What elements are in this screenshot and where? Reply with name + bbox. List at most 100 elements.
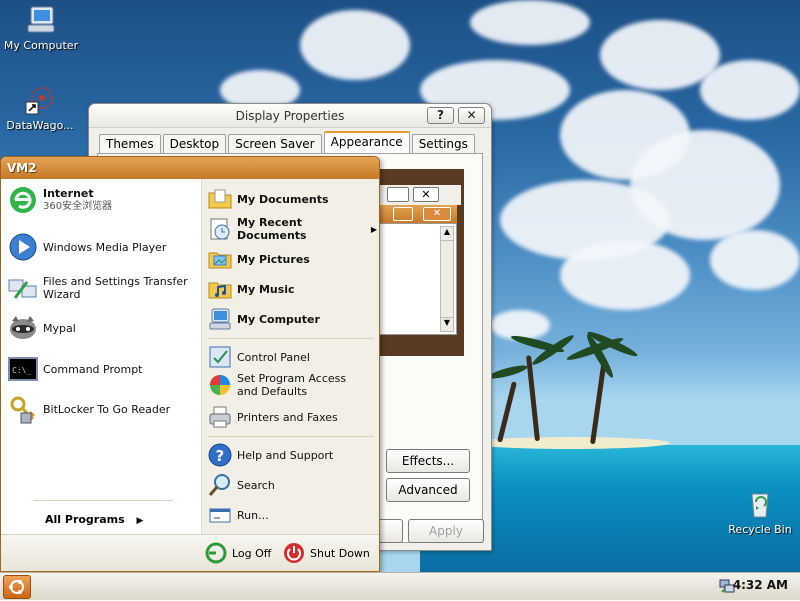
places-label: Control Panel [237, 350, 310, 364]
window-title: Display Properties [235, 109, 345, 123]
program-label: Files and Settings Transfer Wizard [43, 275, 188, 301]
places-my-recent-documents[interactable]: My Recent Documents ▶ [207, 216, 377, 242]
places-set-program-access[interactable]: Set Program Access and Defaults [207, 372, 377, 398]
search-icon [207, 472, 233, 498]
start-menu: VM2 Internet 360安全浏览器 Windows Media Play… [0, 156, 380, 572]
music-folder-icon [207, 276, 233, 302]
printer-icon [207, 404, 233, 430]
computer-icon [25, 4, 57, 36]
all-programs-label: All Programs [45, 513, 125, 526]
control-panel-icon [207, 344, 233, 370]
close-button[interactable]: ✕ [458, 107, 485, 124]
pinned-internet[interactable]: Internet 360安全浏览器 [7, 184, 112, 216]
places-run[interactable]: Run... [207, 502, 269, 528]
tab-desktop[interactable]: Desktop [162, 134, 227, 154]
start-menu-left-pane: Internet 360安全浏览器 Windows Media Player F… [1, 179, 201, 534]
tab-strip: Themes Desktop Screen Saver Appearance S… [99, 131, 477, 154]
help-button[interactable]: ? [427, 107, 454, 124]
apply-button[interactable]: Apply [408, 519, 484, 543]
places-label: My Pictures [237, 252, 310, 266]
separator [33, 500, 173, 501]
run-icon [207, 502, 233, 528]
preview-close-icon: ✕ [413, 187, 439, 202]
system-tray: 4:32 AM [705, 573, 800, 600]
places-my-music[interactable]: My Music [207, 276, 295, 302]
tab-screen-saver[interactable]: Screen Saver [228, 134, 322, 154]
effects-button[interactable]: Effects... [386, 449, 470, 473]
desktop-icon-my-computer[interactable]: My Computer [1, 4, 81, 52]
places-label: Run... [237, 508, 269, 522]
program-mypal[interactable]: Mypal [7, 312, 76, 344]
separator [208, 436, 374, 437]
places-printers-faxes[interactable]: Printers and Faxes [207, 404, 338, 430]
program-label: Windows Media Player [43, 240, 167, 254]
places-label: My Recent Documents [237, 216, 307, 242]
shut-down-button[interactable]: Shut Down [283, 542, 370, 564]
desktop-icon-label: DataWago... [6, 119, 74, 132]
places-search[interactable]: Search [207, 472, 275, 498]
log-off-label: Log Off [232, 546, 272, 560]
bitlocker-key-icon [7, 393, 39, 425]
all-programs-button[interactable]: All Programs ▶ [45, 513, 143, 526]
taskbar: 4:32 AM [0, 572, 800, 600]
clock[interactable]: 4:32 AM [733, 578, 788, 592]
preview-window-1: ✕ [379, 185, 461, 205]
svg-text:C:\_: C:\_ [12, 366, 31, 375]
power-icon [283, 542, 305, 564]
computer-icon [207, 306, 233, 332]
datawago-shortcut-icon [24, 84, 56, 116]
tab-settings[interactable]: Settings [411, 134, 475, 154]
tab-appearance[interactable]: Appearance [323, 131, 410, 154]
desktop-icon-label: Recycle Bin [728, 523, 792, 536]
arrow-right-icon: ▶ [136, 516, 144, 526]
program-label: BitLocker To Go Reader [43, 402, 171, 416]
start-menu-header: VM2 [1, 157, 379, 179]
help-icon: ? [207, 442, 233, 468]
separator [208, 338, 374, 339]
start-menu-right-pane: My Documents My Recent Documents ▶ My Pi… [201, 179, 379, 534]
pictures-folder-icon [207, 246, 233, 272]
ubuntu-logo-icon [9, 580, 24, 594]
preview-scrollbar: ▲ ▼ [440, 226, 454, 332]
places-my-computer[interactable]: My Computer [207, 306, 320, 332]
browser-360-icon [7, 184, 39, 216]
log-off-icon [205, 542, 227, 564]
log-off-button[interactable]: Log Off [205, 542, 271, 564]
shut-down-label: Shut Down [310, 546, 370, 560]
desktop-icon-datawago[interactable]: DataWago... [0, 84, 80, 132]
places-label: My Music [237, 282, 295, 296]
places-my-documents[interactable]: My Documents [207, 186, 329, 212]
start-button[interactable] [3, 575, 31, 599]
user-name: VM2 [7, 161, 37, 175]
program-files-settings-transfer[interactable]: Files and Settings Transfer Wizard [7, 272, 197, 304]
advanced-button[interactable]: Advanced [386, 478, 470, 502]
preview-window-2-titlebar: ✕ [379, 205, 457, 223]
desktop-icon-recycle-bin[interactable]: Recycle Bin [720, 488, 800, 536]
program-access-globe-icon [207, 372, 233, 398]
places-label: Search [237, 478, 275, 492]
program-label: Mypal [43, 321, 76, 335]
tab-themes[interactable]: Themes [99, 134, 161, 154]
mypal-raccoon-icon [7, 312, 39, 344]
program-bitlocker-reader[interactable]: BitLocker To Go Reader [7, 393, 170, 425]
submenu-arrow-icon: ▶ [370, 224, 377, 234]
command-prompt-icon: C:\_ [7, 353, 39, 385]
desktop-icon-label: My Computer [3, 39, 79, 52]
preview-window-2-body: ▲ ▼ [379, 223, 457, 335]
places-my-pictures[interactable]: My Pictures [207, 246, 310, 272]
places-control-panel[interactable]: Control Panel [207, 344, 310, 370]
program-command-prompt[interactable]: C:\_ Command Prompt [7, 353, 143, 385]
pinned-internet-subtitle: 360安全浏览器 [43, 201, 113, 212]
places-label: Printers and Faxes [237, 410, 338, 424]
places-label: My Documents [237, 192, 329, 206]
pinned-internet-title: Internet [43, 187, 94, 200]
places-label: My Computer [237, 312, 320, 326]
places-help-support[interactable]: ? Help and Support [207, 442, 333, 468]
places-label: Set Program Access and Defaults [237, 372, 347, 398]
appearance-preview: ✕ ✕ ▲ ▼ [379, 169, 464, 356]
start-menu-footer: Log Off Shut Down [1, 534, 379, 571]
transfer-wizard-icon [7, 272, 39, 304]
program-windows-media-player[interactable]: Windows Media Player [7, 231, 166, 263]
svg-text:?: ? [216, 447, 225, 465]
documents-folder-icon [207, 186, 233, 212]
